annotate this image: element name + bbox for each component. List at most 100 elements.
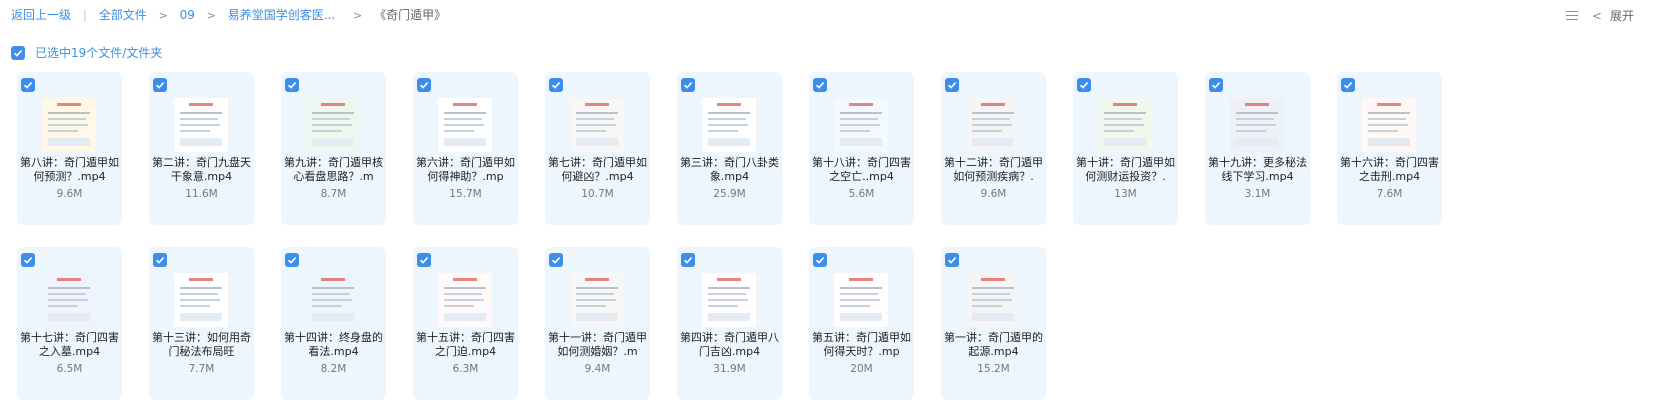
file-checkbox[interactable] [417, 78, 431, 92]
file-checkbox[interactable] [285, 253, 299, 267]
file-card[interactable]: 第一讲：奇门遁甲的起源.mp4 15.2M [941, 247, 1046, 400]
file-checkbox[interactable] [21, 253, 35, 267]
select-all-checkbox[interactable] [11, 45, 25, 60]
check-icon [287, 257, 297, 264]
file-checkbox[interactable] [813, 78, 827, 92]
file-name: 第十六讲：奇门四害之击刑.mp4 [1340, 156, 1439, 183]
video-thumbnail [42, 273, 96, 327]
slide-preview-icon [570, 273, 624, 327]
file-name: 第四讲：奇门遁甲八门吉凶.mp4 [680, 331, 779, 358]
file-card[interactable]: 第四讲：奇门遁甲八门吉凶.mp4 31.9M [677, 247, 782, 400]
file-size: 13M [1114, 188, 1137, 200]
check-icon [1211, 82, 1221, 89]
file-card[interactable]: 第十一讲：奇门遁甲如何测婚姻？.m 9.4M [545, 247, 650, 400]
file-size: 11.6M [185, 188, 218, 200]
file-checkbox[interactable] [681, 78, 695, 92]
file-checkbox[interactable] [813, 253, 827, 267]
file-checkbox[interactable] [21, 78, 35, 92]
file-name: 第十九讲：更多秘法线下学习.mp4 [1208, 156, 1307, 183]
breadcrumb-divider: | [82, 8, 87, 22]
file-size: 8.7M [320, 188, 347, 200]
check-icon [947, 257, 957, 264]
back-link[interactable]: 返回上一级 [11, 8, 71, 22]
file-checkbox[interactable] [1209, 78, 1223, 92]
video-thumbnail [1230, 98, 1284, 152]
file-name: 第十八讲：奇门四害之空亡..mp4 [812, 156, 911, 183]
file-card[interactable]: 第十八讲：奇门四害之空亡..mp4 5.6M [809, 72, 914, 225]
top-bar: 返回上一级 | 全部文件 > 09 > 易养堂国学创客医... > 《奇门遁甲》… [0, 0, 1665, 30]
file-card[interactable]: 第十二讲：奇门遁甲如何预测疾病？. 9.6M [941, 72, 1046, 225]
check-icon [683, 257, 693, 264]
video-thumbnail [42, 98, 96, 152]
check-icon [287, 82, 297, 89]
file-card[interactable]: 第三讲：奇门八卦类象.mp4 25.9M [677, 72, 782, 225]
file-card[interactable]: 第十讲：奇门遁甲如何测财运投资？. 13M [1073, 72, 1178, 225]
file-checkbox[interactable] [1077, 78, 1091, 92]
file-checkbox[interactable] [1341, 78, 1355, 92]
breadcrumb-all-files[interactable]: 全部文件 [99, 8, 147, 22]
file-checkbox[interactable] [153, 253, 167, 267]
check-icon [23, 257, 33, 264]
expand-button[interactable]: < 展开 [1592, 7, 1634, 24]
file-name: 第十四讲：终身盘的看法.mp4 [284, 331, 383, 358]
video-thumbnail [438, 98, 492, 152]
video-thumbnail [702, 273, 756, 327]
file-card[interactable]: 第六讲：奇门遁甲如何得神助？.mp 15.7M [413, 72, 518, 225]
slide-preview-icon [1230, 98, 1284, 152]
video-thumbnail [306, 273, 360, 327]
file-name: 第十七讲：奇门四害之入墓.mp4 [20, 331, 119, 358]
check-icon [683, 82, 693, 89]
slide-preview-icon [42, 273, 96, 327]
check-icon [155, 82, 165, 89]
file-size: 31.9M [713, 363, 746, 375]
file-card[interactable]: 第九讲：奇门遁甲核心看盘思路？.m 8.7M [281, 72, 386, 225]
file-size: 10.7M [581, 188, 614, 200]
check-icon [815, 82, 825, 89]
check-icon [1079, 82, 1089, 89]
list-view-button[interactable] [1565, 10, 1578, 22]
breadcrumb: 返回上一级 | 全部文件 > 09 > 易养堂国学创客医... > 《奇门遁甲》 [11, 7, 446, 24]
file-checkbox[interactable] [549, 253, 563, 267]
file-card[interactable]: 第十七讲：奇门四害之入墓.mp4 6.5M [17, 247, 122, 400]
file-card[interactable]: 第十九讲：更多秘法线下学习.mp4 3.1M [1205, 72, 1310, 225]
slide-preview-icon [438, 98, 492, 152]
file-card[interactable]: 第十六讲：奇门四害之击刑.mp4 7.6M [1337, 72, 1442, 225]
file-size: 7.6M [1376, 188, 1403, 200]
chevron-left-icon: < [1591, 8, 1602, 23]
slide-preview-icon [1098, 98, 1152, 152]
file-checkbox[interactable] [549, 78, 563, 92]
file-checkbox[interactable] [153, 78, 167, 92]
file-card[interactable]: 第十三讲：如何用奇门秘法布局旺 7.7M [149, 247, 254, 400]
select-all-bar: 已选中19个文件/文件夹 [11, 44, 162, 61]
file-checkbox[interactable] [945, 253, 959, 267]
file-checkbox[interactable] [417, 253, 431, 267]
slide-preview-icon [966, 273, 1020, 327]
video-thumbnail [834, 98, 888, 152]
file-card[interactable]: 第二讲：奇门九盘天干象意.mp4 11.6M [149, 72, 254, 225]
file-card[interactable]: 第七讲：奇门遁甲如何避凶？.mp4 10.7M [545, 72, 650, 225]
file-card[interactable]: 第十五讲：奇门四害之门迫.mp4 6.3M [413, 247, 518, 400]
check-icon [551, 257, 561, 264]
video-thumbnail [966, 98, 1020, 152]
file-card[interactable]: 第八讲：奇门遁甲如何预测？.mp4 9.6M [17, 72, 122, 225]
slide-preview-icon [174, 273, 228, 327]
breadcrumb-level-2[interactable]: 易养堂国学创客医... [228, 8, 335, 22]
file-card[interactable]: 第十四讲：终身盘的看法.mp4 8.2M [281, 247, 386, 400]
file-checkbox[interactable] [681, 253, 695, 267]
video-thumbnail [174, 98, 228, 152]
breadcrumb-chevron-icon: > [353, 9, 363, 22]
slide-preview-icon [570, 98, 624, 152]
file-checkbox[interactable] [285, 78, 299, 92]
check-icon [23, 82, 33, 89]
list-view-icon [1565, 10, 1578, 22]
file-checkbox[interactable] [945, 78, 959, 92]
file-size: 3.1M [1244, 188, 1271, 200]
file-name: 第八讲：奇门遁甲如何预测？.mp4 [20, 156, 119, 183]
check-icon [1343, 82, 1353, 89]
check-icon [155, 257, 165, 264]
file-card[interactable]: 第五讲：奇门遁甲如何得天时？.mp 20M [809, 247, 914, 400]
breadcrumb-level-1[interactable]: 09 [180, 8, 195, 22]
file-name: 第二讲：奇门九盘天干象意.mp4 [152, 156, 251, 183]
view-tools: < 展开 [1552, 7, 1634, 24]
slide-preview-icon [834, 273, 888, 327]
